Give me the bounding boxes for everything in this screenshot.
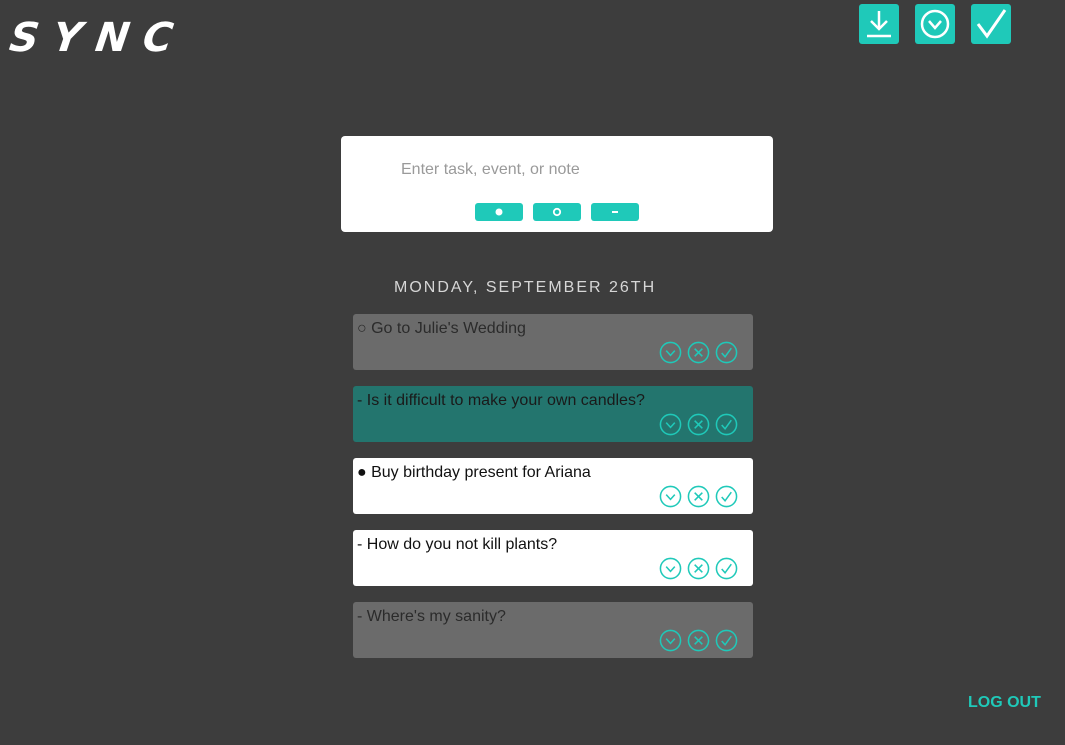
entry-card: - Where's my sanity? (353, 602, 753, 658)
entry-list: ○ Go to Julie's Wedding - Is it difficul… (353, 314, 753, 674)
check-icon (976, 9, 1007, 39)
complete-icon[interactable] (715, 413, 738, 436)
download-icon (867, 11, 891, 38)
entry-card: ○ Go to Julie's Wedding (353, 314, 753, 370)
complete-icon[interactable] (715, 485, 738, 508)
note-type-button[interactable] (591, 203, 639, 221)
delete-icon[interactable] (687, 413, 710, 436)
app-logo: SYNC (6, 15, 190, 61)
entry-card: - How do you not kill plants? (353, 530, 753, 586)
delete-icon[interactable] (687, 629, 710, 652)
complete-icon[interactable] (715, 341, 738, 364)
entry-actions (659, 629, 738, 652)
entry-text: ○ Go to Julie's Wedding (357, 320, 526, 337)
delete-icon[interactable] (687, 557, 710, 580)
entry-actions (659, 557, 738, 580)
migrate-icon[interactable] (659, 485, 682, 508)
entry-input-card (341, 136, 773, 232)
top-toolbar (859, 4, 1011, 44)
entry-text: ● Buy birthday present for Ariana (357, 464, 591, 481)
entry-type-buttons (475, 203, 639, 221)
entry-text: - Is it difficult to make your own candl… (357, 392, 645, 409)
entry-card: ● Buy birthday present for Ariana (353, 458, 753, 514)
entry-input[interactable] (399, 156, 743, 184)
entry-text: - How do you not kill plants? (357, 536, 558, 553)
task-type-button[interactable] (475, 203, 523, 221)
download-button[interactable] (859, 4, 899, 44)
entry-card: - Is it difficult to make your own candl… (353, 386, 753, 442)
entry-actions (659, 341, 738, 364)
migrate-icon[interactable] (659, 341, 682, 364)
entry-actions (659, 485, 738, 508)
entry-text: - Where's my sanity? (357, 608, 506, 625)
complete-button[interactable] (971, 4, 1011, 44)
logout-link[interactable]: LOG OUT (968, 694, 1041, 712)
entry-actions (659, 413, 738, 436)
event-type-button[interactable] (533, 203, 581, 221)
migrate-icon[interactable] (659, 413, 682, 436)
complete-icon[interactable] (715, 557, 738, 580)
delete-icon[interactable] (687, 485, 710, 508)
complete-icon[interactable] (715, 629, 738, 652)
migrate-icon[interactable] (659, 557, 682, 580)
date-header: MONDAY, SEPTEMBER 26TH (394, 279, 657, 296)
clock-icon (920, 9, 950, 39)
dash-icon (612, 211, 618, 213)
hollow-circle-icon (552, 207, 562, 217)
filled-dot-icon (495, 208, 503, 216)
migrate-icon[interactable] (659, 629, 682, 652)
delete-icon[interactable] (687, 341, 710, 364)
clock-button[interactable] (915, 4, 955, 44)
